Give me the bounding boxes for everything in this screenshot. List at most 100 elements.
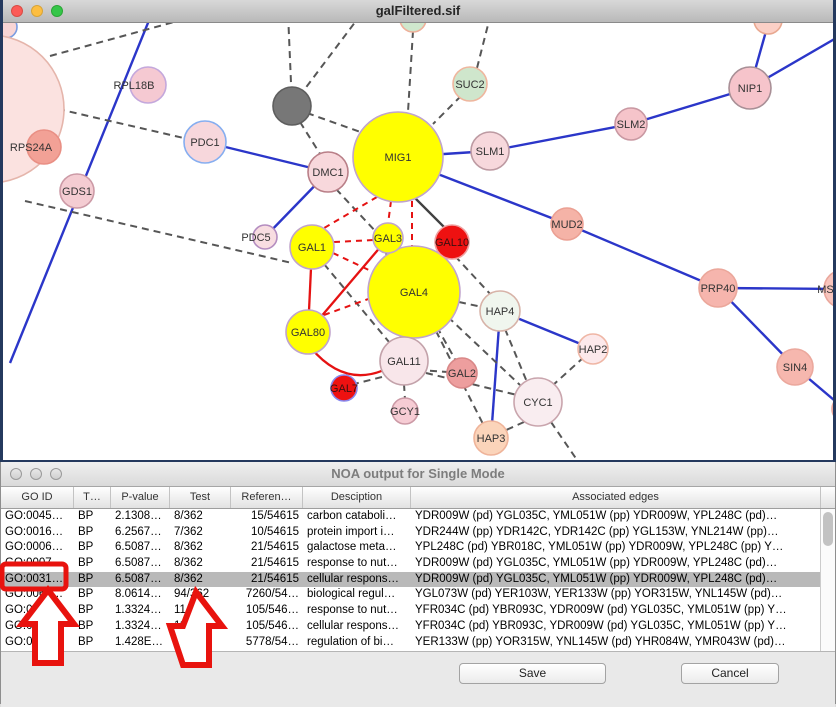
cell-desc[interactable]: carbon cataboli…: [303, 509, 411, 525]
column-header-type[interactable]: T…: [74, 487, 111, 508]
scrollbar-thumb[interactable]: [823, 512, 833, 546]
cell-goid[interactable]: GO:0006…: [1, 540, 74, 556]
cell-pvalue[interactable]: 6.5087…: [111, 556, 170, 572]
minimize-button[interactable]: [31, 5, 43, 17]
cell-ref[interactable]: 15/54615: [231, 509, 303, 525]
table-row[interactable]: GO:0016…BP6.2567…7/36210/54615protein im…: [1, 525, 835, 541]
cell-test[interactable]: 7/362: [170, 525, 231, 541]
column-header-edges[interactable]: Associated edges: [411, 487, 821, 508]
cell-pvalue[interactable]: 8.0614…: [111, 587, 170, 603]
table-row[interactable]: GO:0050…BP1.428E…80/3625778/54…regulatio…: [1, 635, 835, 651]
cell-type[interactable]: BP: [74, 635, 111, 651]
cell-test[interactable]: 8/362: [170, 540, 231, 556]
cell-type[interactable]: BP: [74, 619, 111, 635]
table-row[interactable]: GO:0065…BP8.0614…94/3627260/54…biologica…: [1, 587, 835, 603]
zoom-button[interactable]: [50, 468, 62, 480]
cell-type[interactable]: BP: [74, 540, 111, 556]
node-label-PDC1: PDC1: [190, 137, 219, 149]
cell-ref[interactable]: 21/54615: [231, 556, 303, 572]
cell-desc[interactable]: protein import i…: [303, 525, 411, 541]
close-button[interactable]: [10, 468, 22, 480]
noa-window-titlebar[interactable]: NOA output for Single Mode: [1, 462, 835, 487]
cell-goid[interactable]: GO:0065…: [1, 587, 74, 603]
cell-pvalue[interactable]: 1.428E…: [111, 635, 170, 651]
cell-test[interactable]: 8/362: [170, 572, 231, 588]
cell-ref[interactable]: 21/54615: [231, 572, 303, 588]
table-row[interactable]: GO:0031…BP1.3324…11/362105/546…cellular …: [1, 619, 835, 635]
cell-ref[interactable]: 105/546…: [231, 619, 303, 635]
cell-edges[interactable]: YDR009W (pd) YGL035C, YML051W (pp) YDR00…: [411, 572, 821, 588]
node-topright-partial[interactable]: [754, 23, 782, 34]
table-row[interactable]: GO:0031…BP6.5087…8/36221/54615cellular r…: [1, 572, 835, 588]
graph-canvas-svg: RPL18BRPS24AGDS1PDC1DMC1MIG1SUC2SLM1SLM2…: [3, 23, 833, 460]
cell-desc[interactable]: galactose meta…: [303, 540, 411, 556]
cell-goid[interactable]: GO:0031…: [1, 603, 74, 619]
cell-edges[interactable]: YGL073W (pd) YER103W, YER133W (pp) YOR31…: [411, 587, 821, 603]
cell-test[interactable]: 11/362: [170, 603, 231, 619]
cell-test[interactable]: 11/362: [170, 619, 231, 635]
cell-type[interactable]: BP: [74, 509, 111, 525]
noa-output-window: NOA output for Single Mode GO IDT…P-valu…: [0, 462, 836, 704]
cell-desc[interactable]: response to nut…: [303, 603, 411, 619]
cell-goid[interactable]: GO:0045…: [1, 509, 74, 525]
vertical-scrollbar[interactable]: [820, 509, 835, 651]
close-button[interactable]: [11, 5, 23, 17]
cell-pvalue[interactable]: 6.2567…: [111, 525, 170, 541]
cell-goid[interactable]: GO:0016…: [1, 525, 74, 541]
cell-test[interactable]: 8/362: [170, 509, 231, 525]
cell-goid[interactable]: GO:0007…: [1, 556, 74, 572]
graph-window-titlebar[interactable]: galFiltered.sif: [3, 0, 833, 23]
minimize-button[interactable]: [30, 468, 42, 480]
cell-type[interactable]: BP: [74, 572, 111, 588]
column-header-ref[interactable]: Referen…: [231, 487, 303, 508]
cell-pvalue[interactable]: 6.5087…: [111, 572, 170, 588]
cell-pvalue[interactable]: 6.5087…: [111, 540, 170, 556]
table-row[interactable]: GO:0031…BP1.3324…11/362105/546…response …: [1, 603, 835, 619]
graph-edge: [551, 422, 577, 460]
column-header-goid[interactable]: GO ID: [1, 487, 74, 508]
cell-ref[interactable]: 7260/54…: [231, 587, 303, 603]
cell-ref[interactable]: 105/546…: [231, 603, 303, 619]
cell-desc[interactable]: biological regul…: [303, 587, 411, 603]
save-button[interactable]: Save: [459, 663, 606, 684]
table-row[interactable]: GO:0045…BP2.1308…8/36215/54615carbon cat…: [1, 509, 835, 525]
cell-ref[interactable]: 5778/54…: [231, 635, 303, 651]
cell-type[interactable]: BP: [74, 603, 111, 619]
column-header-test[interactable]: Test: [170, 487, 231, 508]
cell-edges[interactable]: YFR034C (pd) YBR093C, YDR009W (pd) YGL03…: [411, 619, 821, 635]
cell-test[interactable]: 80/362: [170, 635, 231, 651]
cell-edges[interactable]: YFR034C (pd) YBR093C, YDR009W (pd) YGL03…: [411, 603, 821, 619]
cell-type[interactable]: BP: [74, 587, 111, 603]
cell-edges[interactable]: YDR009W (pd) YGL035C, YML051W (pp) YDR00…: [411, 509, 821, 525]
cell-desc[interactable]: regulation of bi…: [303, 635, 411, 651]
cell-desc[interactable]: cellular respons…: [303, 572, 411, 588]
cell-edges[interactable]: YDR244W (pp) YDR142C, YDR142C (pp) YGL15…: [411, 525, 821, 541]
graph-edge: [437, 327, 456, 361]
cell-goid[interactable]: GO:0031…: [1, 619, 74, 635]
cancel-button[interactable]: Cancel: [681, 663, 779, 684]
node-gray[interactable]: [273, 87, 311, 125]
cell-edges[interactable]: YPL248C (pd) YBR018C, YML051W (pp) YDR00…: [411, 540, 821, 556]
cell-pvalue[interactable]: 1.3324…: [111, 603, 170, 619]
column-header-pvalue[interactable]: P-value: [111, 487, 170, 508]
node-green-partial[interactable]: [400, 23, 426, 32]
cell-test[interactable]: 8/362: [170, 556, 231, 572]
cell-desc[interactable]: response to nut…: [303, 556, 411, 572]
cell-test[interactable]: 94/362: [170, 587, 231, 603]
cell-type[interactable]: BP: [74, 556, 111, 572]
cell-pvalue[interactable]: 1.3324…: [111, 619, 170, 635]
cell-goid[interactable]: GO:0031…: [1, 572, 74, 588]
cell-edges[interactable]: YDR009W (pd) YGL035C, YML051W (pp) YDR00…: [411, 556, 821, 572]
cell-goid[interactable]: GO:0050…: [1, 635, 74, 651]
network-canvas[interactable]: RPL18BRPS24AGDS1PDC1DMC1MIG1SUC2SLM1SLM2…: [3, 23, 833, 460]
zoom-button[interactable]: [51, 5, 63, 17]
table-row[interactable]: GO:0006…BP6.5087…8/36221/54615galactose …: [1, 540, 835, 556]
cell-edges[interactable]: YER133W (pp) YOR315W, YNL145W (pd) YHR08…: [411, 635, 821, 651]
cell-desc[interactable]: cellular respons…: [303, 619, 411, 635]
table-row[interactable]: GO:0007…BP6.5087…8/36221/54615response t…: [1, 556, 835, 572]
cell-ref[interactable]: 21/54615: [231, 540, 303, 556]
cell-type[interactable]: BP: [74, 525, 111, 541]
cell-ref[interactable]: 10/54615: [231, 525, 303, 541]
cell-pvalue[interactable]: 2.1308…: [111, 509, 170, 525]
column-header-desc[interactable]: Desciption: [303, 487, 411, 508]
